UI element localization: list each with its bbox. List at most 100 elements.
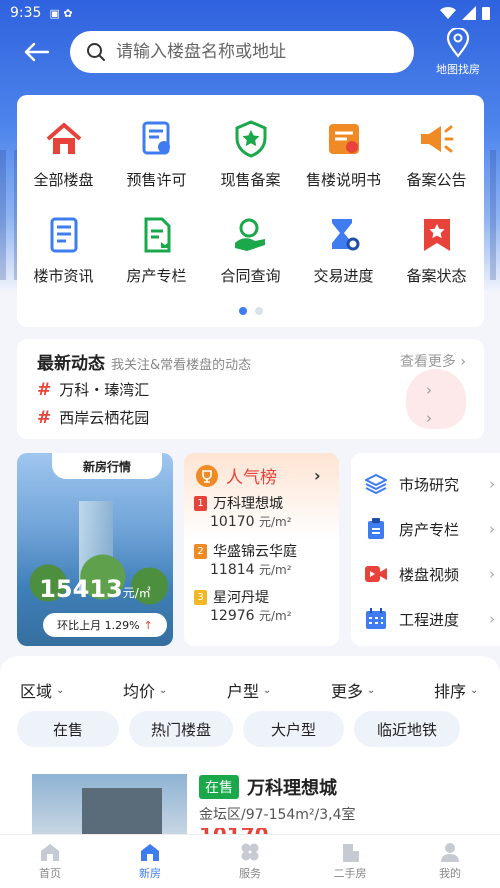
- grid-item-presale-permit[interactable]: 预售许可: [110, 117, 203, 190]
- grid-item-property-column[interactable]: 房产专栏: [110, 213, 203, 286]
- tab-label: 首页: [39, 867, 61, 880]
- chevron-right-icon: ›: [489, 520, 495, 538]
- grid-item-label: 预售许可: [126, 171, 187, 189]
- chevron-down-icon: ⌄: [263, 684, 272, 696]
- contract-search-icon: [229, 213, 273, 257]
- listing-info: 金坛区/97-154m²/3,4室: [199, 807, 356, 823]
- filter-label: 区域: [20, 682, 53, 701]
- calendar-icon: [365, 608, 387, 630]
- wifi-icon: [440, 6, 456, 20]
- ranking-price: 11814: [210, 562, 255, 578]
- tab-home[interactable]: 首页: [0, 835, 100, 888]
- tab-services[interactable]: 服务: [200, 835, 300, 888]
- rank-badge: 1: [194, 495, 207, 511]
- chevron-down-icon: ⌄: [159, 684, 168, 696]
- page-indicator: [17, 307, 484, 315]
- grid-item-label: 楼市资讯: [33, 267, 94, 285]
- page-dot-active[interactable]: [238, 307, 247, 315]
- chevron-right-icon: ›: [460, 354, 466, 370]
- market-price: 15413元/㎡: [17, 575, 173, 603]
- tab-new-homes[interactable]: 新房: [100, 835, 200, 888]
- building-icon: [343, 844, 359, 862]
- side-link-property-column[interactable]: 房产专栏 ›: [365, 518, 495, 540]
- popular-header: 人气榜 ›: [196, 463, 321, 488]
- filter-label: 户型: [227, 682, 260, 701]
- filter-sort[interactable]: 排序 ⌄: [434, 678, 478, 702]
- ranking-unit: 元/m²: [259, 515, 292, 529]
- tab-profile[interactable]: 我的: [400, 835, 500, 888]
- page-dot[interactable]: [254, 307, 263, 315]
- map-search-button[interactable]: 地图找房: [430, 27, 486, 77]
- listing-building-image: [82, 788, 162, 836]
- grid-item-label: 现售备案: [220, 171, 281, 189]
- tab-second-hand[interactable]: 二手房: [300, 835, 400, 888]
- filter-label: 均价: [123, 682, 156, 701]
- chevron-down-icon: ⌄: [56, 684, 65, 696]
- status-app-icons: ▣ ✿: [49, 6, 73, 20]
- status-time: 9:35: [10, 5, 42, 21]
- grid-item-filing-notice[interactable]: 备案公告: [390, 117, 483, 190]
- side-link-project-videos[interactable]: 楼盘视频 ›: [365, 563, 495, 585]
- search-box[interactable]: [70, 31, 414, 73]
- filter-more[interactable]: 更多 ⌄: [331, 678, 375, 702]
- feature-grid: 全部楼盘 预售许可 现售备案 售楼说明书 备案公告 楼市资讯 房产专栏 合同查询…: [17, 95, 484, 327]
- market-change-badge: 环比上月 1.29% ↑: [43, 613, 167, 637]
- rank-badge: 2: [194, 543, 207, 559]
- popular-title: 人气榜: [226, 468, 277, 488]
- filter-avg-price[interactable]: 均价 ⌄: [123, 678, 167, 702]
- news-card: 最新动态 我关注&常看楼盘的动态 查看更多 › # 万科・瑧湾汇 › # 西岸云…: [17, 339, 484, 439]
- grid-item-filing-status[interactable]: 备案状态: [390, 213, 483, 286]
- ranking-item[interactable]: 2 华盛锦云华庭 11814 元/m²: [194, 541, 329, 578]
- rank-badge: 3: [194, 589, 207, 605]
- side-link-construction-progress[interactable]: 工程进度 ›: [365, 608, 495, 630]
- clipboard-icon: [365, 518, 387, 540]
- brochure-icon: [322, 117, 366, 161]
- grid-item-spot-filing[interactable]: 现售备案: [204, 117, 297, 190]
- grid-item-sales-brochure[interactable]: 售楼说明书: [297, 117, 390, 190]
- chip-on-sale[interactable]: 在售: [17, 711, 119, 747]
- signal-icon: [462, 6, 476, 20]
- grid-item-contract-query[interactable]: 合同查询: [204, 213, 297, 286]
- news-header: 最新动态 我关注&常看楼盘的动态: [37, 349, 251, 374]
- market-change-label: 环比上月 1.29%: [57, 619, 140, 632]
- search-input[interactable]: [116, 42, 386, 62]
- user-icon: [441, 843, 459, 862]
- ranking-item[interactable]: 1 万科理想城 10170 元/m²: [194, 493, 329, 530]
- chip-large-units[interactable]: 大户型: [243, 711, 344, 747]
- grid-item-label: 房产专栏: [126, 267, 187, 285]
- ranking-unit: 元/m²: [259, 609, 292, 623]
- services-icon: [241, 843, 259, 861]
- grid-item-transaction-progress[interactable]: 交易进度: [297, 213, 390, 286]
- listing-item[interactable]: 在售万科理想城 金坛区/97-154m²/3,4室 10170: [32, 774, 500, 836]
- ranking-price: 12976: [210, 608, 255, 624]
- market-card[interactable]: 新房行情 15413元/㎡ 环比上月 1.29% ↑: [17, 453, 173, 646]
- listing-name: 万科理想城: [247, 778, 337, 799]
- news-more-label: 查看更多: [399, 354, 456, 370]
- back-button[interactable]: [16, 32, 56, 72]
- ranking-price: 10170: [210, 514, 255, 530]
- news-title: 最新动态: [37, 354, 105, 374]
- grid-item-all-projects[interactable]: 全部楼盘: [17, 117, 110, 190]
- tab-label: 新房: [139, 867, 161, 880]
- news-item[interactable]: # 万科・瑧湾汇 ›: [37, 379, 432, 400]
- chip-hot-projects[interactable]: 热门楼盘: [129, 711, 233, 747]
- hash-icon: #: [37, 407, 52, 428]
- popular-ranking-card[interactable]: 人气榜 › 1 万科理想城 10170 元/m² 2 华盛锦云华庭 11814 元/…: [184, 453, 339, 646]
- grid-item-market-news[interactable]: 楼市资讯: [17, 213, 110, 286]
- news-item[interactable]: # 西岸云栖花园 ›: [37, 407, 432, 428]
- grid-item-label: 全部楼盘: [33, 171, 94, 189]
- chevron-down-icon: ⌄: [367, 684, 376, 696]
- news-subtitle: 我关注&常看楼盘的动态: [111, 358, 252, 373]
- news-more-link[interactable]: 查看更多 ›: [400, 351, 466, 371]
- news-item-label: 万科・瑧湾汇: [59, 381, 150, 399]
- chip-near-metro[interactable]: 临近地铁: [354, 711, 460, 747]
- arrow-up-icon: ↑: [143, 618, 153, 632]
- side-link-market-research[interactable]: 市场研究 ›: [365, 473, 495, 495]
- ranking-item[interactable]: 3 星河丹堤 12976 元/m²: [194, 587, 329, 624]
- chevron-right-icon: ›: [489, 475, 495, 493]
- filter-district[interactable]: 区域 ⌄: [20, 678, 64, 702]
- filter-layout[interactable]: 户型 ⌄: [227, 678, 271, 702]
- status-system-icons: [440, 6, 490, 20]
- hourglass-search-icon: [322, 213, 366, 257]
- market-price-value: 15413: [39, 575, 123, 603]
